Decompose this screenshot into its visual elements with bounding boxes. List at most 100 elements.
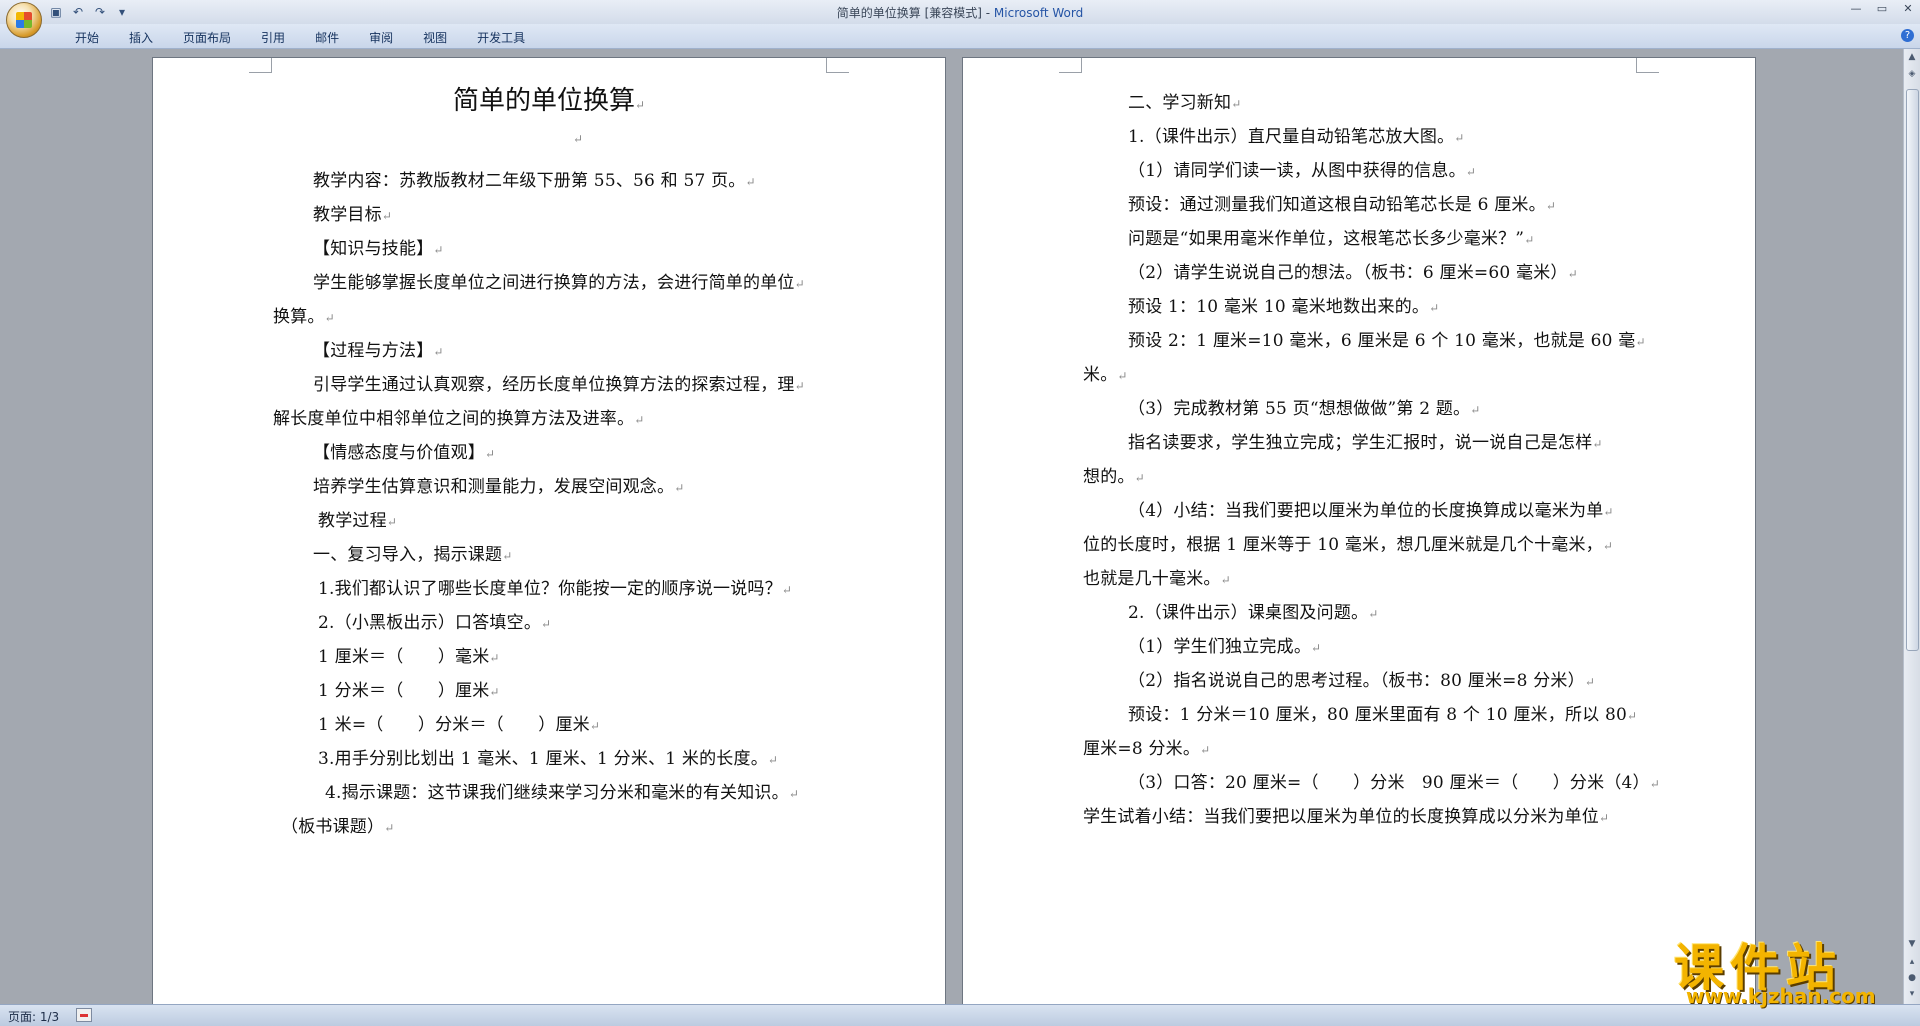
paragraph-line[interactable]: （2）指名说说自己的思考过程。（板书：80 厘米=8 分米）↵ bbox=[1128, 666, 1595, 691]
paragraph-line[interactable]: （3）完成教材第 55 页“想想做做”第 2 题。↵ bbox=[1128, 394, 1481, 419]
tab-insert[interactable]: 插入 bbox=[114, 29, 168, 46]
paragraph-text: 4.揭示课题：这节课我们继续来学习分米和毫米的有关知识。 bbox=[325, 783, 789, 803]
paragraph-mark-icon: ↵ bbox=[1231, 97, 1242, 111]
paragraph-line[interactable]: 预设：1 分米＝10 厘米，80 厘米里面有 8 个 10 厘米，所以 80↵ bbox=[1128, 700, 1637, 725]
paragraph-line[interactable]: 1 分米＝（ ）厘米↵ bbox=[318, 676, 500, 701]
app-name: Microsoft Word bbox=[993, 6, 1084, 20]
paragraph-text: 预设：通过测量我们知道这根自动铅笔芯长是 6 厘米。 bbox=[1128, 195, 1546, 215]
ribbon-tabs: 开始 插入 页面布局 引用 邮件 审阅 视图 开发工具 bbox=[60, 29, 540, 46]
paragraph-mark-icon: ↵ bbox=[1311, 641, 1322, 655]
paragraph-line[interactable]: 【知识与技能】↵ bbox=[313, 234, 444, 259]
document-page-2[interactable]: 二、学习新知↵ 1.（课件出示）直尺量自动铅笔芯放大图。↵ （1）请同学们读一读，从… bbox=[962, 57, 1756, 1017]
paragraph-line[interactable]: 学生能够掌握长度单位之间进行换算的方法，会进行简单的单位↵ bbox=[313, 268, 805, 293]
paragraph-line[interactable]: （2）请学生说说自己的想法。（板书：6 厘米=60 毫米）↵ bbox=[1128, 258, 1578, 283]
paragraph-line[interactable]: 预设：通过测量我们知道这根自动铅笔芯长是 6 厘米。↵ bbox=[1128, 190, 1556, 215]
paragraph-mark-icon: ↵ bbox=[324, 311, 335, 325]
paragraph-text: 教学过程 bbox=[318, 511, 387, 531]
paragraph-line[interactable]: 2.（课件出示）课桌图及问题。↵ bbox=[1128, 598, 1379, 623]
document-workspace[interactable]: 简单的单位换算↵ ↵ 教学内容：苏教版教材二年级下册第 55、56 和 57 页。… bbox=[0, 49, 1904, 1017]
tab-view[interactable]: 视图 bbox=[408, 29, 462, 46]
paragraph-line[interactable]: 一、复习导入，揭示课题↵ bbox=[313, 540, 512, 565]
paragraph-line[interactable]: 2.（小黑板出示）口答填空。↵ bbox=[318, 608, 551, 633]
paragraph-line[interactable]: 厘米=8 分米。↵ bbox=[1083, 734, 1210, 759]
paragraph-line[interactable]: 预设 2：1 厘米=10 毫米，6 厘米是 6 个 10 毫米，也就是 60 毫… bbox=[1128, 326, 1646, 351]
paragraph-line[interactable]: 预设 1：10 毫米 10 毫米地数出来的。↵ bbox=[1128, 292, 1439, 317]
maximize-icon[interactable]: ▭ bbox=[1876, 2, 1888, 15]
tab-review[interactable]: 审阅 bbox=[354, 29, 408, 46]
close-icon[interactable]: ✕ bbox=[1902, 2, 1914, 15]
paragraph-line[interactable]: 二、学习新知↵ bbox=[1128, 88, 1241, 113]
paragraph-mark-icon: ↵ bbox=[1220, 573, 1231, 587]
paragraph-line[interactable]: 1.（课件出示）直尺量自动铅笔芯放大图。↵ bbox=[1128, 122, 1465, 147]
paragraph-mark-icon: ↵ bbox=[1134, 471, 1145, 485]
page-counter[interactable]: 页面: 1/3 bbox=[8, 1008, 59, 1025]
proofing-icon[interactable] bbox=[76, 1008, 92, 1022]
paragraph-line[interactable]: 教学目标↵ bbox=[313, 200, 392, 225]
margin-corner-mark bbox=[1059, 58, 1082, 73]
paragraph-line[interactable]: 【过程与方法】↵ bbox=[313, 336, 444, 361]
margin-corner-mark bbox=[826, 58, 849, 73]
window-controls: — ▭ ✕ bbox=[1850, 2, 1914, 15]
site-watermark-logo: 课件站 www.kjzhan.com bbox=[1668, 928, 1908, 1008]
paragraph-line[interactable]: 换算。↵ bbox=[273, 302, 335, 327]
paragraph-line[interactable]: 学生试着小结：当我们要把以厘米为单位的长度换算成以分米为单位↵ bbox=[1083, 802, 1609, 827]
tab-page-layout[interactable]: 页面布局 bbox=[168, 29, 246, 46]
paragraph-mark-icon: ↵ bbox=[1524, 233, 1535, 247]
ruler-toggle-icon[interactable]: ◈ bbox=[1906, 69, 1918, 81]
paragraph-mark-icon: ↵ bbox=[489, 651, 500, 665]
title-bar: ▣ ↶ ↷ ▾ 简单的单位换算 [兼容模式] - Microsoft Word … bbox=[0, 0, 1920, 25]
paragraph-line[interactable]: 【情感态度与价值观】↵ bbox=[313, 438, 495, 463]
paragraph-line[interactable]: （1）请同学们读一读，从图中获得的信息。↵ bbox=[1128, 156, 1476, 181]
paragraph-line[interactable]: （3）口答：20 厘米=（ ）分米 90 厘米＝（ ）分米（4）↵ bbox=[1128, 768, 1660, 793]
paragraph-mark-icon: ↵ bbox=[502, 549, 513, 563]
paragraph-mark-icon: ↵ bbox=[384, 821, 395, 835]
paragraph-mark-icon: ↵ bbox=[1545, 199, 1557, 213]
scroll-up-icon[interactable]: ▲ bbox=[1906, 52, 1918, 64]
paragraph-line[interactable]: （4）小结：当我们要把以厘米为单位的长度换算成以毫米为单↵ bbox=[1128, 496, 1614, 521]
tab-developer[interactable]: 开发工具 bbox=[462, 29, 540, 46]
paragraph-line[interactable]: ↵ bbox=[573, 128, 583, 148]
paragraph-line[interactable]: 3.用手分别比划出 1 毫米、1 厘米、1 分米、1 米的长度。↵ bbox=[318, 744, 778, 769]
minimize-icon[interactable]: — bbox=[1850, 2, 1862, 15]
paragraph-mark-icon: ↵ bbox=[1567, 267, 1578, 281]
paragraph-mark-icon: ↵ bbox=[1627, 709, 1638, 723]
paragraph-text: 1.我们都认识了哪些长度单位？你能按一定的顺序说一说吗？ bbox=[318, 579, 782, 599]
paragraph-line[interactable]: 1 厘米＝（ ）毫米↵ bbox=[318, 642, 500, 667]
paragraph-line[interactable]: 问题是“如果用毫米作单位，这根笔芯长多少毫米？”↵ bbox=[1128, 224, 1534, 249]
paragraph-text: 一、复习导入，揭示课题 bbox=[313, 545, 503, 565]
paragraph-mark-icon: ↵ bbox=[589, 719, 601, 733]
vertical-scrollbar[interactable]: ▲ ◈ ▼ ▴ ● ▾ bbox=[1903, 49, 1920, 1004]
paragraph-line[interactable]: 培养学生估算意识和测量能力，发展空间观念。↵ bbox=[313, 472, 684, 497]
tab-home[interactable]: 开始 bbox=[60, 29, 114, 46]
paragraph-line[interactable]: 教学过程↵ bbox=[318, 506, 397, 531]
paragraph-line[interactable]: 想的。↵ bbox=[1083, 462, 1145, 487]
paragraph-text: 厘米=8 分米。 bbox=[1083, 739, 1201, 759]
paragraph-text: 预设：1 分米＝10 厘米，80 厘米里面有 8 个 10 厘米，所以 80 bbox=[1128, 705, 1627, 725]
paragraph-line[interactable]: 指名读要求，学生独立完成；学生汇报时，说一说自己是怎样↵ bbox=[1128, 428, 1603, 453]
ribbon: 开始 插入 页面布局 引用 邮件 审阅 视图 开发工具 ? bbox=[0, 24, 1920, 49]
paragraph-line[interactable]: 4.揭示课题：这节课我们继续来学习分米和毫米的有关知识。↵ bbox=[325, 778, 799, 803]
document-page-1[interactable]: 简单的单位换算↵ ↵ 教学内容：苏教版教材二年级下册第 55、56 和 57 页。… bbox=[152, 57, 946, 1017]
paragraph-line[interactable]: 引导学生通过认真观察，经历长度单位换算方法的探索过程，理↵ bbox=[313, 370, 805, 395]
paragraph-line[interactable]: 1 米=（ ）分米＝（ ）厘米↵ bbox=[318, 710, 600, 735]
paragraph-line[interactable]: （1）学生们独立完成。↵ bbox=[1128, 632, 1321, 657]
paragraph-text: 1 米=（ ）分米＝（ ）厘米 bbox=[318, 715, 590, 735]
paragraph-mark-icon: ↵ bbox=[1635, 335, 1646, 349]
paragraph-line[interactable]: （板书课题）↵ bbox=[281, 812, 394, 837]
help-icon[interactable]: ? bbox=[1901, 29, 1914, 42]
paragraph-mark-icon: ↵ bbox=[745, 175, 756, 189]
paragraph-line[interactable]: 米。↵ bbox=[1083, 360, 1128, 385]
paragraph-line[interactable]: 也就是几十毫米。↵ bbox=[1083, 564, 1231, 589]
paragraph-mark-icon: ↵ bbox=[1368, 607, 1379, 621]
paragraph-line[interactable]: 解长度单位中相邻单位之间的换算方法及进率。↵ bbox=[273, 404, 644, 429]
paragraph-text: 指名读要求，学生独立完成；学生汇报时，说一说自己是怎样 bbox=[1128, 433, 1593, 453]
scroll-thumb[interactable] bbox=[1906, 89, 1919, 651]
office-button[interactable] bbox=[6, 2, 42, 38]
tab-mailings[interactable]: 邮件 bbox=[300, 29, 354, 46]
paragraph-line[interactable]: 1.我们都认识了哪些长度单位？你能按一定的顺序说一说吗？↵ bbox=[318, 574, 792, 599]
paragraph-text: 解长度单位中相邻单位之间的换算方法及进率。 bbox=[273, 409, 635, 429]
paragraph-line[interactable]: 位的长度时，根据 1 厘米等于 10 毫米，想几厘米就是几个十毫米，↵ bbox=[1083, 530, 1613, 555]
tab-references[interactable]: 引用 bbox=[246, 29, 300, 46]
paragraph-mark-icon: ↵ bbox=[1454, 131, 1465, 145]
paragraph-line[interactable]: 教学内容：苏教版教材二年级下册第 55、56 和 57 页。↵ bbox=[313, 166, 756, 191]
